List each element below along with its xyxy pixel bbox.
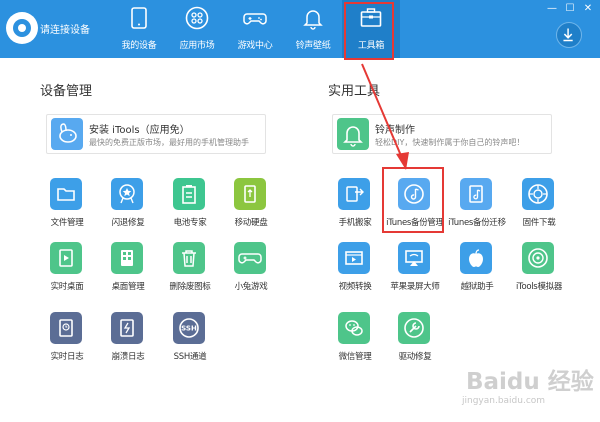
tool-mobile-drive[interactable]: 移动硬盘 — [218, 178, 284, 242]
tool-file-manager[interactable]: 文件管理 — [34, 178, 100, 242]
gamepad-icon — [234, 242, 266, 274]
rabbit-icon — [51, 118, 83, 150]
main-nav: 我的设备 应用市场 游戏中心 铃声壁纸 工具箱 — [110, 0, 400, 60]
card-title: 铃声制作 — [375, 125, 415, 136]
tool-live-desktop[interactable]: 实时桌面 — [34, 242, 100, 306]
tool-crash-log[interactable]: 崩溃日志 — [95, 312, 161, 376]
top-bar: 请连接设备 我的设备 应用市场 游戏中心 铃声壁纸 工具箱 — ☐ ✕ — [0, 0, 600, 60]
tool-label: 移动硬盘 — [234, 218, 268, 228]
tool-jailbreak-helper[interactable]: 越狱助手 — [444, 242, 510, 306]
crash-log-icon — [111, 312, 143, 344]
toolbox-icon — [360, 8, 382, 27]
tool-firmware-download[interactable]: 固件下载 — [506, 178, 572, 242]
bell-icon — [303, 10, 323, 30]
tool-label: iTools模拟器 — [515, 282, 563, 292]
wechat-icon — [338, 312, 370, 344]
phone-move-icon — [338, 178, 370, 210]
battery-icon — [173, 178, 205, 210]
tool-driver-repair[interactable]: 驱动修复 — [382, 312, 448, 376]
gamepad-icon — [243, 13, 267, 25]
clock-log-icon — [50, 312, 82, 344]
itools-logo-icon — [6, 12, 38, 44]
card-title: 安装 iTools（应用免） — [89, 125, 190, 136]
nav-app-market[interactable]: 应用市场 — [168, 0, 226, 58]
apple-icon — [460, 242, 492, 274]
window-controls: — ☐ ✕ — [546, 3, 594, 15]
card-subtitle: 最快的免费正版市场，最好用的手机管理助手 — [89, 138, 249, 147]
nav-game-center[interactable]: 游戏中心 — [226, 0, 284, 58]
tool-delete-broken-icons[interactable]: 删除废图标 — [157, 242, 223, 306]
nav-label: 游戏中心 — [237, 41, 273, 51]
section-title-device-management: 设备管理 — [40, 84, 93, 99]
nav-my-device[interactable]: 我的设备 — [110, 0, 168, 58]
tool-label: 固件下载 — [522, 218, 556, 228]
emulator-icon — [522, 242, 554, 274]
svg-text:SSH: SSH — [181, 325, 197, 333]
minimize-button[interactable]: — — [546, 3, 558, 15]
nav-label: 我的设备 — [121, 41, 157, 51]
tool-desktop-manager[interactable]: 桌面管理 — [95, 242, 161, 306]
star-badge-icon — [111, 178, 143, 210]
baidu-watermark: Baidu 经验 jingyan.baidu.com — [444, 362, 600, 422]
tool-apple-screen-recorder[interactable]: 苹果录屏大师 — [382, 242, 448, 306]
tool-video-convert[interactable]: 视频转换 — [322, 242, 388, 306]
tool-label: 小兔游戏 — [234, 282, 268, 292]
airplay-icon — [398, 242, 430, 274]
tool-itools-emulator[interactable]: iTools模拟器 — [506, 242, 572, 306]
app-grid-icon — [185, 6, 209, 30]
tool-realtime-log[interactable]: 实时日志 — [34, 312, 100, 376]
tool-label: SSH通道 — [173, 352, 207, 362]
install-itools-card[interactable]: 安装 iTools（应用免） 最快的免费正版市场，最好用的手机管理助手 — [46, 114, 266, 154]
music-file-icon — [460, 178, 492, 210]
watermark-url: jingyan.baidu.com — [462, 396, 546, 406]
card-subtitle: 轻松DIY，快速制作属于你自己的铃声吧！ — [375, 138, 525, 147]
itunes-backup-highlight-box — [382, 167, 444, 233]
ssh-icon: SSH — [173, 312, 205, 344]
nav-label: 应用市场 — [179, 41, 215, 51]
download-icon — [563, 28, 573, 42]
grid-phone-icon — [111, 242, 143, 274]
close-button[interactable]: ✕ — [582, 3, 594, 15]
nav-ringtone-wallpaper[interactable]: 铃声壁纸 — [284, 0, 342, 58]
usb-icon — [234, 178, 266, 210]
device-status-text: 请连接设备 — [40, 25, 90, 36]
tablet-icon — [131, 7, 147, 29]
watermark-logo: Baidu 经验 — [466, 369, 594, 395]
video-icon — [338, 242, 370, 274]
bell-icon — [337, 118, 369, 150]
tool-itunes-backup-migrate[interactable]: iTunes备份迁移 — [444, 178, 510, 242]
folder-icon — [50, 178, 82, 210]
tool-wechat-manager[interactable]: 微信管理 — [322, 312, 388, 376]
tool-label: 驱动修复 — [398, 352, 432, 362]
nav-label: 铃声壁纸 — [295, 41, 331, 51]
wrench-icon — [398, 312, 430, 344]
tool-crash-fix[interactable]: 闪退修复 — [95, 178, 161, 242]
ringtone-maker-card[interactable]: 铃声制作 轻松DIY，快速制作属于你自己的铃声吧！ — [332, 114, 552, 154]
section-title-utilities: 实用工具 — [328, 84, 381, 99]
tool-ssh-tunnel[interactable]: SSH SSH通道 — [157, 312, 223, 376]
tool-phone-move[interactable]: 手机搬家 — [322, 178, 388, 242]
play-screen-icon — [50, 242, 82, 274]
nav-toolbox[interactable]: 工具箱 — [342, 0, 400, 60]
device-connection-area[interactable]: 请连接设备 — [0, 0, 110, 58]
maximize-button[interactable]: ☐ — [564, 3, 576, 15]
download-manager-button[interactable] — [556, 22, 582, 48]
nav-label: 工具箱 — [357, 41, 385, 51]
firmware-icon — [522, 178, 554, 210]
tool-battery-expert[interactable]: 电池专家 — [157, 178, 223, 242]
trash-icon — [173, 242, 205, 274]
tool-rabbit-games[interactable]: 小兔游戏 — [218, 242, 284, 306]
